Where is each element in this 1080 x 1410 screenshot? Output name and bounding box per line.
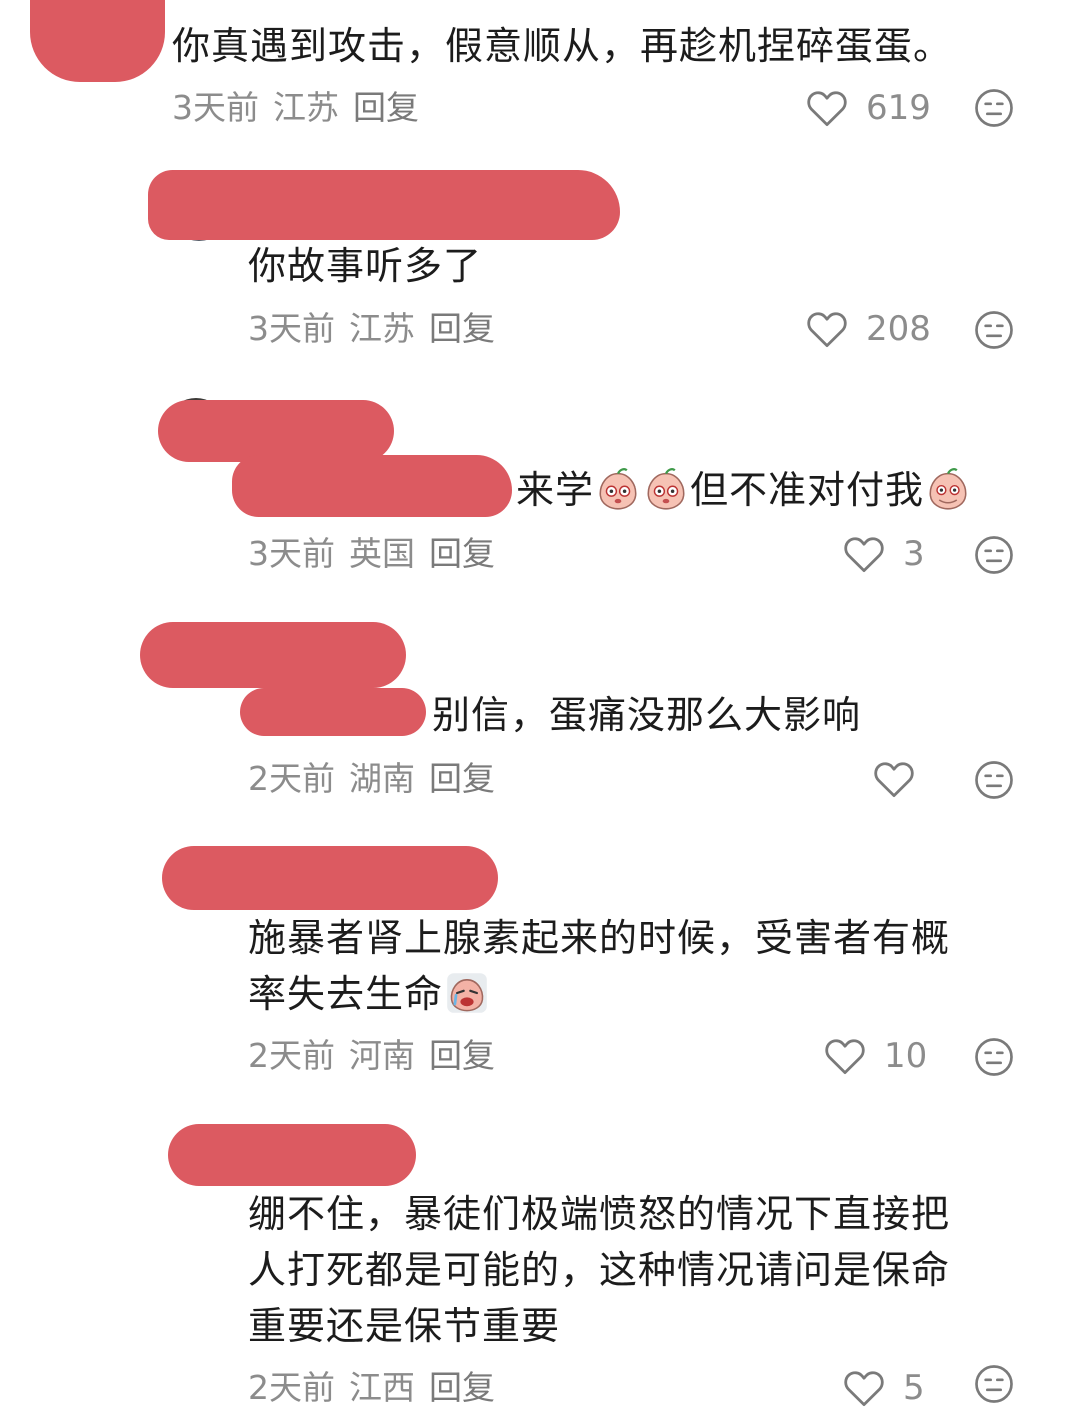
comment-time: 2天前	[248, 1036, 335, 1075]
comment-text-line-2: 率失去生命	[248, 966, 491, 1022]
peach-emoji-icon	[647, 468, 685, 510]
heart-outline-icon	[825, 1039, 865, 1075]
dislike-button[interactable]	[974, 1037, 1014, 1077]
like-count: 208	[866, 309, 931, 349]
meh-face-icon	[975, 1365, 1013, 1403]
comment-location: 河南	[349, 1036, 415, 1075]
like-count: 10	[884, 1036, 928, 1076]
meh-face-icon	[975, 311, 1013, 349]
redacted-username	[168, 1124, 416, 1186]
comment-text: 来学 但不准对付我	[516, 462, 972, 518]
like-button[interactable]	[873, 757, 933, 801]
like-count: 3	[903, 534, 925, 574]
reply-button[interactable]: 回复	[429, 309, 495, 348]
comment-time: 3天前	[172, 88, 259, 127]
comment-text-line-2: 人打死都是可能的，这种情况请问是保命	[248, 1248, 951, 1292]
comment-text: 你故事听多了	[248, 244, 483, 288]
comment-text: 你真遇到攻击，假意顺从，再趁机捏碎蛋蛋。	[172, 24, 953, 68]
comment-text: 别信，蛋痛没那么大影响	[432, 693, 862, 737]
comment-text-part: 率失去生命	[248, 972, 444, 1016]
meh-face-icon	[975, 761, 1013, 799]
comment-text-line-3: 重要还是保节重要	[248, 1304, 561, 1348]
meh-face-icon	[975, 89, 1013, 127]
redacted-username	[162, 846, 498, 910]
comment-meta: 2天前 河南 回复	[248, 1034, 509, 1078]
redacted-username	[158, 400, 394, 462]
dislike-button[interactable]	[974, 535, 1014, 575]
redacted-username	[140, 622, 406, 688]
comment-text-part: 来学	[516, 468, 595, 512]
reply-button[interactable]: 回复	[429, 1368, 495, 1407]
dislike-button[interactable]	[974, 310, 1014, 350]
heart-outline-icon	[807, 312, 847, 348]
heart-outline-icon	[874, 762, 914, 798]
comment-text-part: 但不准对付我	[690, 468, 925, 512]
heart-outline-icon	[844, 1371, 884, 1407]
comment-location: 江苏	[349, 309, 415, 348]
like-count: 619	[866, 88, 931, 128]
redacted-username	[148, 170, 620, 240]
comment-time: 3天前	[248, 309, 335, 348]
comment-meta: 3天前 江苏 回复	[172, 86, 433, 130]
dislike-button[interactable]	[974, 760, 1014, 800]
reply-button[interactable]: 回复	[353, 88, 419, 127]
like-button[interactable]: 208	[806, 307, 931, 351]
comment-time: 3天前	[248, 534, 335, 573]
comment-text-line-1: 绷不住，暴徒们极端愤怒的情况下直接把	[248, 1192, 951, 1236]
redacted-reply-target	[240, 688, 426, 736]
meh-face-icon	[975, 536, 1013, 574]
comment-meta: 2天前 江西 回复	[248, 1366, 509, 1410]
comment-location: 湖南	[349, 759, 415, 798]
like-button[interactable]: 10	[824, 1034, 927, 1078]
comment-text-line-1: 施暴者肾上腺素起来的时候，受害者有概	[248, 916, 951, 960]
comment-location: 英国	[349, 534, 415, 573]
peach-emoji-icon	[929, 468, 967, 510]
comment-time: 2天前	[248, 759, 335, 798]
comment-location: 江苏	[273, 88, 339, 127]
comment-meta: 3天前 英国 回复	[248, 532, 509, 576]
crying-emoji-icon	[447, 973, 487, 1013]
comment-meta: 3天前 江苏 回复	[248, 307, 509, 351]
dislike-button[interactable]	[974, 1364, 1014, 1404]
peach-emoji-icon	[599, 468, 637, 510]
like-count: 5	[903, 1368, 925, 1408]
redacted-username	[30, 0, 165, 82]
like-button[interactable]: 5	[843, 1366, 925, 1410]
reply-button[interactable]: 回复	[429, 1036, 495, 1075]
comment-meta: 2天前 湖南 回复	[248, 757, 509, 801]
heart-outline-icon	[807, 91, 847, 127]
reply-button[interactable]: 回复	[429, 759, 495, 798]
like-button[interactable]: 619	[806, 86, 931, 130]
dislike-button[interactable]	[974, 88, 1014, 128]
comment-time: 2天前	[248, 1368, 335, 1407]
comment-location: 江西	[349, 1368, 415, 1407]
meh-face-icon	[975, 1038, 1013, 1076]
like-button[interactable]: 3	[843, 532, 925, 576]
reply-button[interactable]: 回复	[429, 534, 495, 573]
redacted-reply-target	[232, 455, 512, 517]
heart-outline-icon	[844, 537, 884, 573]
